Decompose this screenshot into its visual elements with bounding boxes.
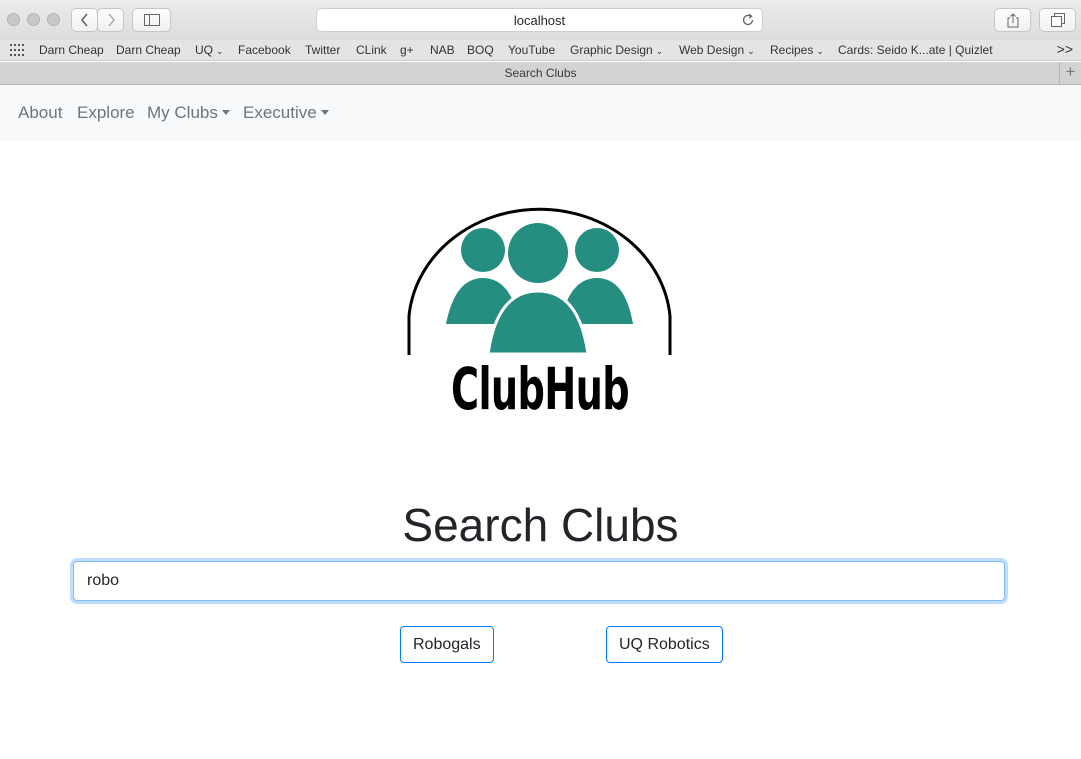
reload-icon[interactable] (741, 13, 755, 27)
bookmark-item[interactable]: Darn Cheap (116, 43, 181, 57)
chevron-right-icon (107, 13, 115, 27)
tab-title[interactable]: Search Clubs (504, 66, 576, 80)
share-button[interactable] (994, 8, 1031, 32)
bookmark-item[interactable]: g+ (400, 43, 414, 57)
bookmark-item[interactable]: NAB (430, 43, 455, 57)
nav-about[interactable]: About (18, 103, 62, 123)
more-bookmarks-icon[interactable]: >> (1057, 41, 1073, 57)
nav-executive[interactable]: Executive (243, 103, 329, 123)
chevron-down-icon: ⌄ (655, 46, 664, 56)
club-search-input[interactable] (73, 561, 1005, 601)
chevron-left-icon (80, 13, 88, 27)
people-dome-icon (407, 207, 672, 356)
minimize-window-button[interactable] (27, 13, 40, 26)
bookmark-item[interactable]: CLink (356, 43, 387, 57)
nav-explore[interactable]: Explore (77, 103, 135, 123)
nav-my-clubs[interactable]: My Clubs (147, 103, 230, 123)
club-result-button[interactable]: Robogals (400, 626, 494, 663)
bookmark-folder[interactable]: Recipes ⌄ (770, 43, 824, 57)
bookmark-item[interactable]: Darn Cheap (39, 43, 104, 57)
club-result-button[interactable]: UQ Robotics (606, 626, 723, 663)
tab-bar: Search Clubs + (0, 62, 1081, 85)
close-window-button[interactable] (7, 13, 20, 26)
chevron-down-icon: ⌄ (816, 46, 824, 56)
site-navbar: About Explore My Clubs Executive (0, 85, 1081, 141)
bookmark-folder[interactable]: Graphic Design ⌄ (570, 43, 663, 57)
address-text: localhost (513, 12, 566, 28)
bookmarks-bar: Darn Cheap Darn Cheap UQ ⌄ Facebook Twitt… (0, 40, 1081, 61)
logo-wordmark: ClubHub (451, 355, 630, 423)
bookmark-item[interactable]: BOQ (467, 43, 494, 57)
address-bar[interactable]: localhost (316, 8, 763, 32)
page-title: Search Clubs (402, 499, 679, 551)
caret-down-icon (221, 110, 230, 115)
zoom-window-button[interactable] (47, 13, 60, 26)
tabs-icon (1050, 13, 1065, 27)
bookmark-folder[interactable]: Web Design ⌄ (679, 43, 755, 57)
clubhub-logo: ClubHub (405, 196, 675, 436)
apps-grid-icon[interactable] (10, 44, 24, 56)
chevron-down-icon: ⌄ (747, 46, 755, 56)
forward-button[interactable] (97, 8, 124, 32)
bookmark-folder[interactable]: UQ ⌄ (195, 43, 224, 57)
back-button[interactable] (71, 8, 98, 32)
chevron-down-icon: ⌄ (216, 46, 224, 56)
caret-down-icon (320, 110, 329, 115)
bookmark-item[interactable]: YouTube (508, 43, 555, 57)
browser-titlebar: localhost (0, 0, 1081, 40)
sidebar-toggle-button[interactable] (132, 8, 171, 32)
bookmark-item[interactable]: Facebook (238, 43, 291, 57)
bookmark-item[interactable]: Cards: Seido K...ate | Quizlet (838, 43, 993, 57)
bookmark-item[interactable]: Twitter (305, 43, 340, 57)
tabs-overview-button[interactable] (1039, 8, 1076, 32)
sidebar-icon (143, 14, 160, 26)
share-icon (1007, 12, 1018, 27)
new-tab-button[interactable]: + (1059, 62, 1081, 84)
